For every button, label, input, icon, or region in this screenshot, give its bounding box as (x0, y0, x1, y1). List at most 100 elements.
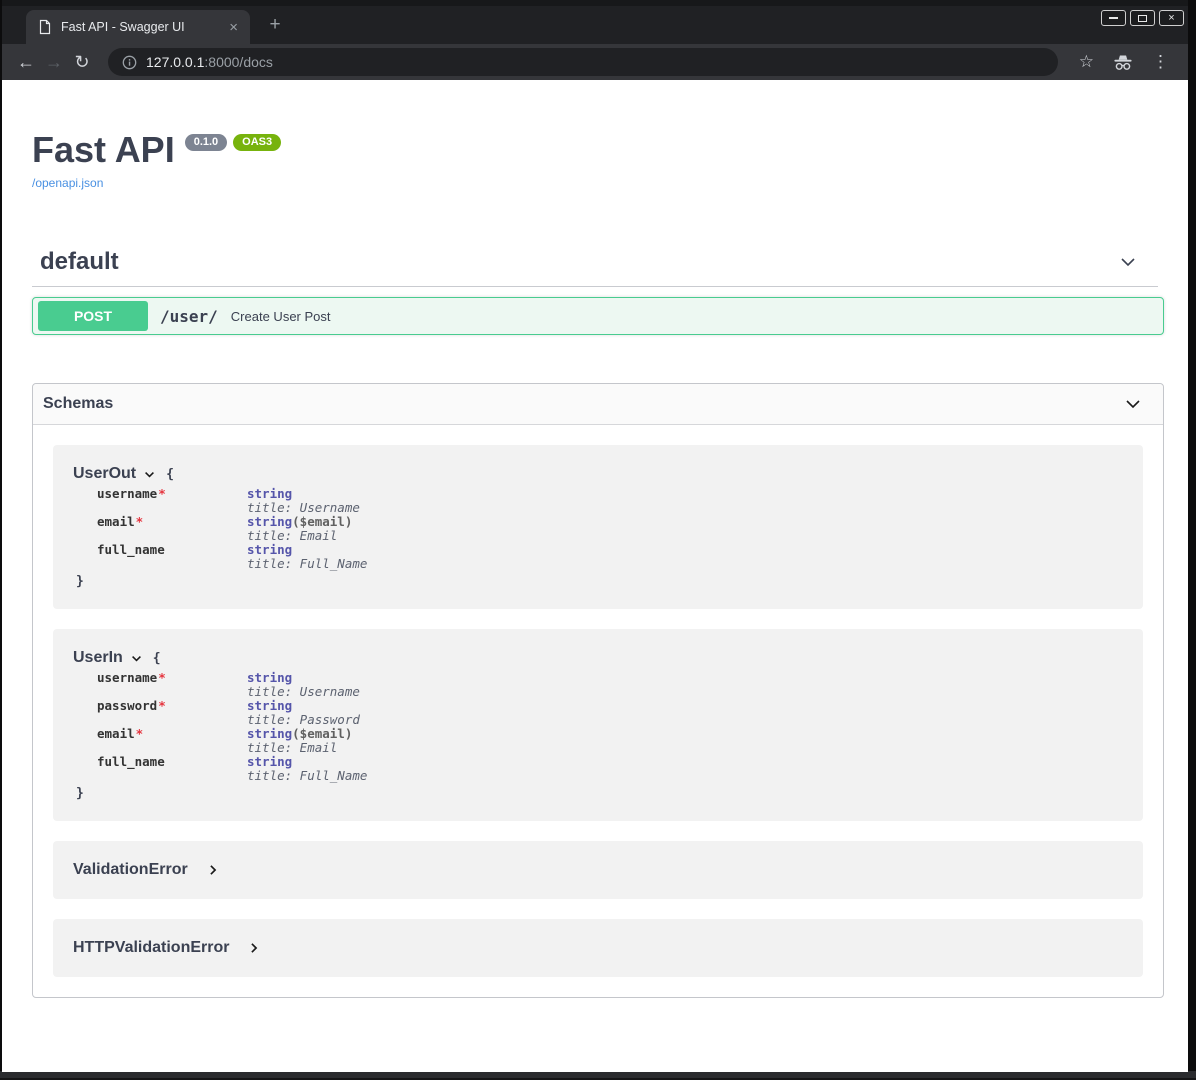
model-property-row: email*string($email)title: Email (97, 515, 1123, 543)
minimize-button[interactable] (1101, 10, 1126, 26)
property-name: email* (97, 515, 247, 543)
schemas-title: Schemas (43, 395, 113, 413)
tab-strip: Fast API - Swagger UI × + × (2, 6, 1188, 44)
brace-close: } (76, 786, 1123, 801)
reload-button[interactable]: ↻ (68, 52, 96, 73)
property-title-line: title: Email (247, 741, 352, 755)
property-desc: string($email)title: Email (247, 515, 352, 543)
chevron-right-icon[interactable] (206, 863, 220, 877)
model-property-row: password*stringtitle: Password (97, 699, 1123, 727)
property-desc: stringtitle: Username (247, 671, 360, 699)
schemas-header[interactable]: Schemas (33, 384, 1163, 425)
property-type: string (247, 542, 292, 557)
api-info: Fast API 0.1.0 OAS3 /openapi.json (32, 132, 1158, 192)
required-star: * (158, 698, 166, 713)
property-name: username* (97, 487, 247, 515)
property-type-line: string (247, 543, 367, 557)
property-name: full_name (97, 755, 247, 783)
property-type: string (247, 670, 292, 685)
property-type: string (247, 698, 292, 713)
incognito-icon (1112, 53, 1134, 72)
property-type: string (247, 726, 292, 741)
model-property-row: email*string($email)title: Email (97, 727, 1123, 755)
model-property-row: username*stringtitle: Username (97, 671, 1123, 699)
browser-toolbar: ← → ↻ 127.0.0.1:8000/docs ☆ ⋮ (2, 44, 1188, 80)
openapi-spec-link[interactable]: /openapi.json (32, 176, 103, 190)
model-toggle[interactable]: HTTPValidationError (73, 939, 1123, 957)
site-info-icon[interactable] (122, 55, 137, 70)
property-desc: stringtitle: Full_Name (247, 543, 367, 571)
chevron-right-icon[interactable] (247, 941, 261, 955)
model-name: HTTPValidationError (73, 939, 229, 957)
schemas-models: UserOut{username*stringtitle: Usernameem… (33, 425, 1163, 997)
tag-section-header[interactable]: default (32, 248, 1158, 287)
property-type-line: string (247, 699, 360, 713)
required-star: * (136, 514, 144, 529)
model-toggle[interactable]: UserOut{ (73, 465, 1123, 483)
close-button[interactable]: × (1159, 10, 1184, 26)
browser-window: Fast API - Swagger UI × + × ← → ↻ 127.0.… (2, 0, 1188, 1072)
required-star: * (158, 670, 166, 685)
property-type-line: string (247, 487, 360, 501)
address-bar[interactable]: 127.0.0.1:8000/docs (108, 48, 1058, 76)
maximize-button[interactable] (1130, 10, 1155, 26)
property-desc: stringtitle: Password (247, 699, 360, 727)
schema-model-validationerror: ValidationError (53, 841, 1143, 899)
model-toggle[interactable]: UserIn { (73, 649, 1123, 667)
schema-model-userin: UserIn{username*stringtitle: Usernamepas… (53, 629, 1143, 821)
operation-summary: Create User Post (231, 309, 331, 324)
property-title-line: title: Password (247, 713, 360, 727)
model-toggle[interactable]: ValidationError (73, 861, 1123, 879)
oas3-badge: OAS3 (233, 134, 281, 151)
chevron-down-icon[interactable] (1118, 252, 1138, 272)
property-type: string (247, 754, 292, 769)
model-property-row: full_namestringtitle: Full_Name (97, 755, 1123, 783)
browser-menu-icon[interactable]: ⋮ (1152, 52, 1169, 72)
api-title: Fast API (32, 132, 175, 168)
property-type: string (247, 486, 292, 501)
brace-open: { (153, 651, 161, 666)
back-button[interactable]: ← (12, 52, 40, 73)
page-favicon-icon (38, 19, 52, 35)
operation-path: /user/ (160, 307, 218, 326)
browser-tab[interactable]: Fast API - Swagger UI × (26, 10, 250, 44)
model-name: UserIn (73, 649, 123, 667)
desktop-background: Fast API - Swagger UI × + × ← → ↻ 127.0.… (0, 0, 1196, 1080)
bookmark-star-icon[interactable]: ☆ (1079, 52, 1094, 72)
property-desc: string($email)title: Email (247, 727, 352, 755)
model-name: UserOut (73, 465, 136, 483)
method-badge[interactable]: POST (38, 301, 148, 331)
model-properties: username*stringtitle: Usernameemail*stri… (97, 487, 1123, 571)
url-text[interactable]: 127.0.0.1:8000/docs (146, 54, 273, 70)
url-path: :8000/docs (204, 54, 273, 70)
property-desc: stringtitle: Username (247, 487, 360, 515)
property-format: ($email) (292, 726, 352, 741)
version-badge: 0.1.0 (185, 134, 227, 151)
required-star: * (158, 486, 166, 501)
property-title-line: title: Full_Name (247, 769, 367, 783)
tab-close-icon[interactable]: × (225, 18, 242, 37)
property-desc: stringtitle: Full_Name (247, 755, 367, 783)
property-title-line: title: Username (247, 685, 360, 699)
model-properties: username*stringtitle: Usernamepassword*s… (97, 671, 1123, 783)
property-title-line: title: Username (247, 501, 360, 515)
property-type-line: string($email) (247, 515, 352, 529)
property-type-line: string (247, 671, 360, 685)
new-tab-button[interactable]: + (264, 14, 286, 36)
model-property-row: full_namestringtitle: Full_Name (97, 543, 1123, 571)
forward-button[interactable]: → (40, 52, 68, 73)
property-type-line: string (247, 755, 367, 769)
operation-post-user[interactable]: POST /user/ Create User Post (32, 297, 1164, 335)
close-icon: × (1168, 13, 1174, 24)
chevron-down-icon[interactable] (1123, 394, 1143, 414)
maximize-icon (1138, 15, 1147, 22)
property-format: ($email) (292, 514, 352, 529)
chevron-down-icon[interactable] (130, 652, 143, 665)
property-name: email* (97, 727, 247, 755)
brace-close: } (76, 574, 1123, 589)
chevron-down-icon[interactable] (143, 468, 156, 481)
property-name: username* (97, 671, 247, 699)
required-star: * (136, 726, 144, 741)
property-type-line: string($email) (247, 727, 352, 741)
tab-title: Fast API - Swagger UI (61, 20, 225, 34)
